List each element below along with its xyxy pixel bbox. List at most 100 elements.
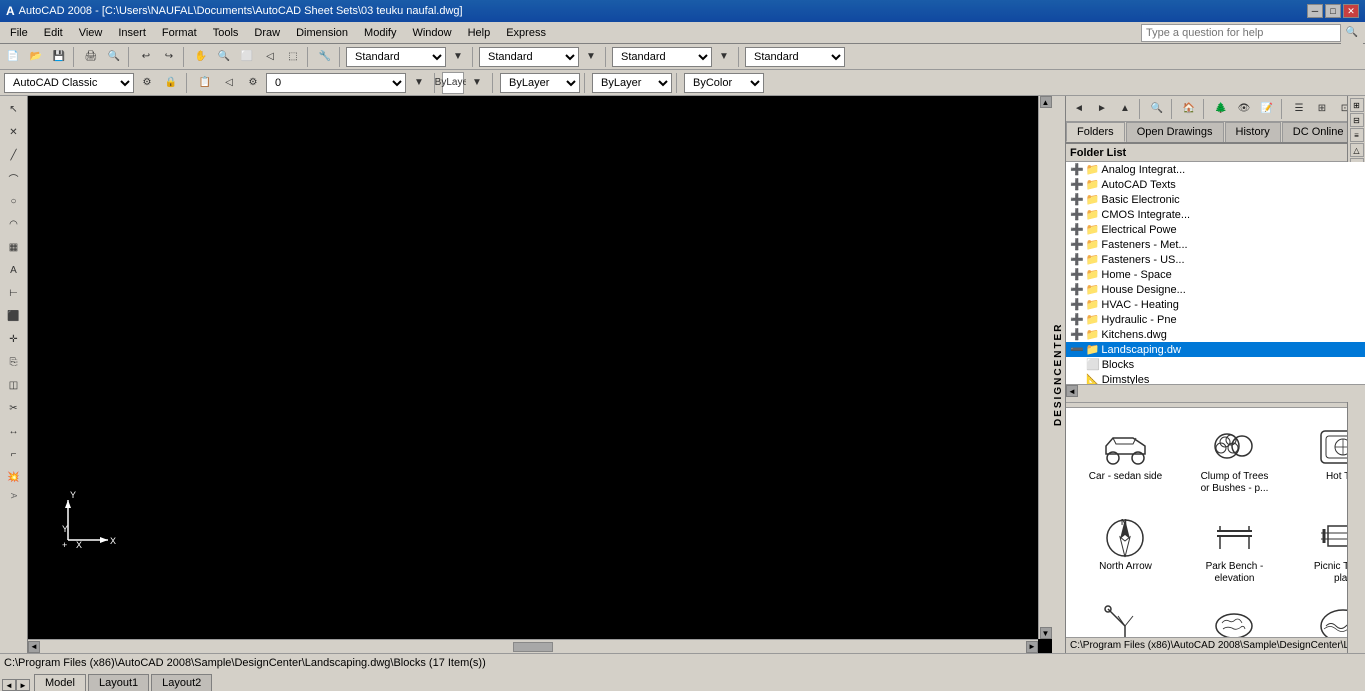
dc-preview[interactable]: 👁 xyxy=(1233,98,1255,120)
tb-color-btn[interactable]: ▼ xyxy=(466,72,488,94)
tb-zoom-realtime[interactable]: 🔍 xyxy=(213,46,235,68)
rp-btn1[interactable]: ⊞ xyxy=(1350,98,1364,112)
menu-edit[interactable]: Edit xyxy=(36,25,71,41)
tb-undo[interactable]: ↩ xyxy=(135,46,157,68)
tab-folders[interactable]: Folders xyxy=(1066,122,1125,142)
tree-item-landscaping[interactable]: ➖ 📁 Landscaping.dw xyxy=(1066,342,1365,357)
tree-item-home-space[interactable]: ➕ 📁 Home - Space xyxy=(1066,267,1365,282)
lt-explode[interactable]: 💥 xyxy=(3,466,25,488)
close-button[interactable]: ✕ xyxy=(1343,4,1359,18)
tree-item-cmos[interactable]: ➕ 📁 CMOS Integrate... xyxy=(1066,207,1365,222)
tb-dim-down[interactable]: ▼ xyxy=(580,46,602,68)
tb-preview[interactable]: 🔍 xyxy=(103,46,125,68)
tb-layer-state[interactable]: 📋 xyxy=(194,72,216,94)
tb-zoom-prev[interactable]: ◁ xyxy=(259,46,281,68)
tree-item-blocks[interactable]: ⬜ Blocks xyxy=(1066,357,1365,372)
tree-item-fasteners-met[interactable]: ➕ 📁 Fasteners - Met... xyxy=(1066,237,1365,252)
lt-copy[interactable]: ⎘ xyxy=(3,351,25,373)
workspace-settings[interactable]: ⚙ xyxy=(136,72,158,94)
lt-text[interactable]: A xyxy=(3,259,25,281)
tab-layout1[interactable]: Layout1 xyxy=(88,674,149,691)
dc-description[interactable]: 📝 xyxy=(1256,98,1278,120)
help-search-button[interactable]: 🔍 xyxy=(1341,22,1363,44)
linetype-dropdown[interactable]: ByLayer xyxy=(500,73,580,93)
lt-block[interactable]: ⬛ xyxy=(3,305,25,327)
tab-scroll-right[interactable]: ► xyxy=(16,679,30,691)
dc-back[interactable]: ◄ xyxy=(1068,98,1090,120)
tb-redo[interactable]: ↪ xyxy=(158,46,180,68)
menu-file[interactable]: File xyxy=(2,25,36,41)
tab-model[interactable]: Model xyxy=(34,674,86,691)
dim-style-dropdown[interactable]: Standard xyxy=(479,47,579,67)
lt-select[interactable]: ↖ xyxy=(3,98,25,120)
h-scrollbar[interactable]: ◄ ► xyxy=(28,639,1038,653)
v-scrollbar[interactable]: ▲ ▼ xyxy=(1038,96,1052,639)
tab-history[interactable]: History xyxy=(1225,122,1281,142)
lt-move[interactable]: ✛ xyxy=(3,328,25,350)
tb-pan[interactable]: ✋ xyxy=(190,46,212,68)
tab-open-drawings[interactable]: Open Drawings xyxy=(1126,122,1224,142)
block-park-bench[interactable]: Park Bench - elevation xyxy=(1183,506,1286,590)
tree-item-fasteners-us[interactable]: ➕ 📁 Fasteners - US... xyxy=(1066,252,1365,267)
rp-btn3[interactable]: ≡ xyxy=(1350,128,1364,142)
tb-print[interactable]: 🖨 xyxy=(80,46,102,68)
lt-hatch[interactable]: ▦ xyxy=(3,236,25,258)
table-style-dropdown[interactable]: Standard xyxy=(745,47,845,67)
lt-offset[interactable]: ◫ xyxy=(3,374,25,396)
dc-up[interactable]: ▲ xyxy=(1114,98,1136,120)
dc-view-list[interactable]: ☰ xyxy=(1288,98,1310,120)
lineweight-dropdown[interactable]: ByLayer xyxy=(592,73,672,93)
menu-insert[interactable]: Insert xyxy=(110,25,154,41)
layer-dropdown[interactable]: 0 xyxy=(266,73,406,93)
tb-save[interactable]: 💾 xyxy=(48,46,70,68)
menu-modify[interactable]: Modify xyxy=(356,25,404,41)
menu-help[interactable]: Help xyxy=(460,25,499,41)
block-car-sedan[interactable]: Car - sedan side xyxy=(1074,416,1177,500)
lt-polyline[interactable]: ⌒ xyxy=(3,167,25,189)
tb-open[interactable]: 📂 xyxy=(25,46,47,68)
drawing-area[interactable]: Y X + X Y ◄ ► ▲ ▼ xyxy=(28,96,1052,653)
lt-circle[interactable]: ○ xyxy=(3,190,25,212)
tb-layer-settings[interactable]: ⚙ xyxy=(242,72,264,94)
tb-color[interactable]: ByLayer xyxy=(442,72,464,94)
lt-fillet[interactable]: ⌐ xyxy=(3,443,25,465)
menu-window[interactable]: Window xyxy=(404,25,459,41)
tb-layer-prev[interactable]: ◁ xyxy=(218,72,240,94)
tb-zoom-extents[interactable]: ⬚ xyxy=(282,46,304,68)
lt-arc[interactable]: ◠ xyxy=(3,213,25,235)
tab-layout2[interactable]: Layout2 xyxy=(151,674,212,691)
block-sprinkler[interactable]: Sprinkler Head - 90 degrees xyxy=(1074,596,1177,637)
tree-item-basic-elec[interactable]: ➕ 📁 Basic Electronic xyxy=(1066,192,1365,207)
menu-express[interactable]: Express xyxy=(498,25,554,41)
tree-item-hvac[interactable]: ➕ 📁 HVAC - Heating xyxy=(1066,297,1365,312)
tb-lock[interactable]: 🔒 xyxy=(160,72,182,94)
tb-plot-down[interactable]: ▼ xyxy=(713,46,735,68)
menu-draw[interactable]: Draw xyxy=(246,25,288,41)
plot-style-dropdown[interactable]: Standard xyxy=(612,47,712,67)
lt-line[interactable]: ╱ xyxy=(3,144,25,166)
dc-view-icons[interactable]: ⊞ xyxy=(1311,98,1333,120)
tree-item-house[interactable]: ➕ 📁 House Designe... xyxy=(1066,282,1365,297)
tree-item-kitchens[interactable]: ➕ 📁 Kitchens.dwg xyxy=(1066,327,1365,342)
rp-btn2[interactable]: ⊟ xyxy=(1350,113,1364,127)
lt-erase[interactable]: ✕ xyxy=(3,121,25,143)
dc-tree-toggle[interactable]: 🌲 xyxy=(1210,98,1232,120)
tab-dc-online[interactable]: DC Online xyxy=(1282,122,1355,142)
tree-item-electrical[interactable]: ➕ 📁 Electrical Powe xyxy=(1066,222,1365,237)
tree-item-hydraulic[interactable]: ➕ 📁 Hydraulic - Pne xyxy=(1066,312,1365,327)
tree-item-autocad-texts[interactable]: ➕ 📁 AutoCAD Texts xyxy=(1066,177,1365,192)
dc-search[interactable]: 🔍 xyxy=(1146,98,1168,120)
menu-view[interactable]: View xyxy=(71,25,111,41)
maximize-button[interactable]: □ xyxy=(1325,4,1341,18)
lt-trim[interactable]: ✂ xyxy=(3,397,25,419)
dc-home[interactable]: 🏠 xyxy=(1178,98,1200,120)
lt-dim-linear[interactable]: ⊢ xyxy=(3,282,25,304)
menu-dimension[interactable]: Dimension xyxy=(288,25,356,41)
tb-match-properties[interactable]: 🔧 xyxy=(314,46,336,68)
tb-new[interactable]: 📄 xyxy=(2,46,24,68)
plotstyle-dropdown[interactable]: ByColor xyxy=(684,73,764,93)
dc-forward[interactable]: ► xyxy=(1091,98,1113,120)
help-search-input[interactable] xyxy=(1141,24,1341,42)
tb-text-down[interactable]: ▼ xyxy=(447,46,469,68)
block-tree-clump[interactable]: Clump of Trees or Bushes - p... xyxy=(1183,416,1286,500)
